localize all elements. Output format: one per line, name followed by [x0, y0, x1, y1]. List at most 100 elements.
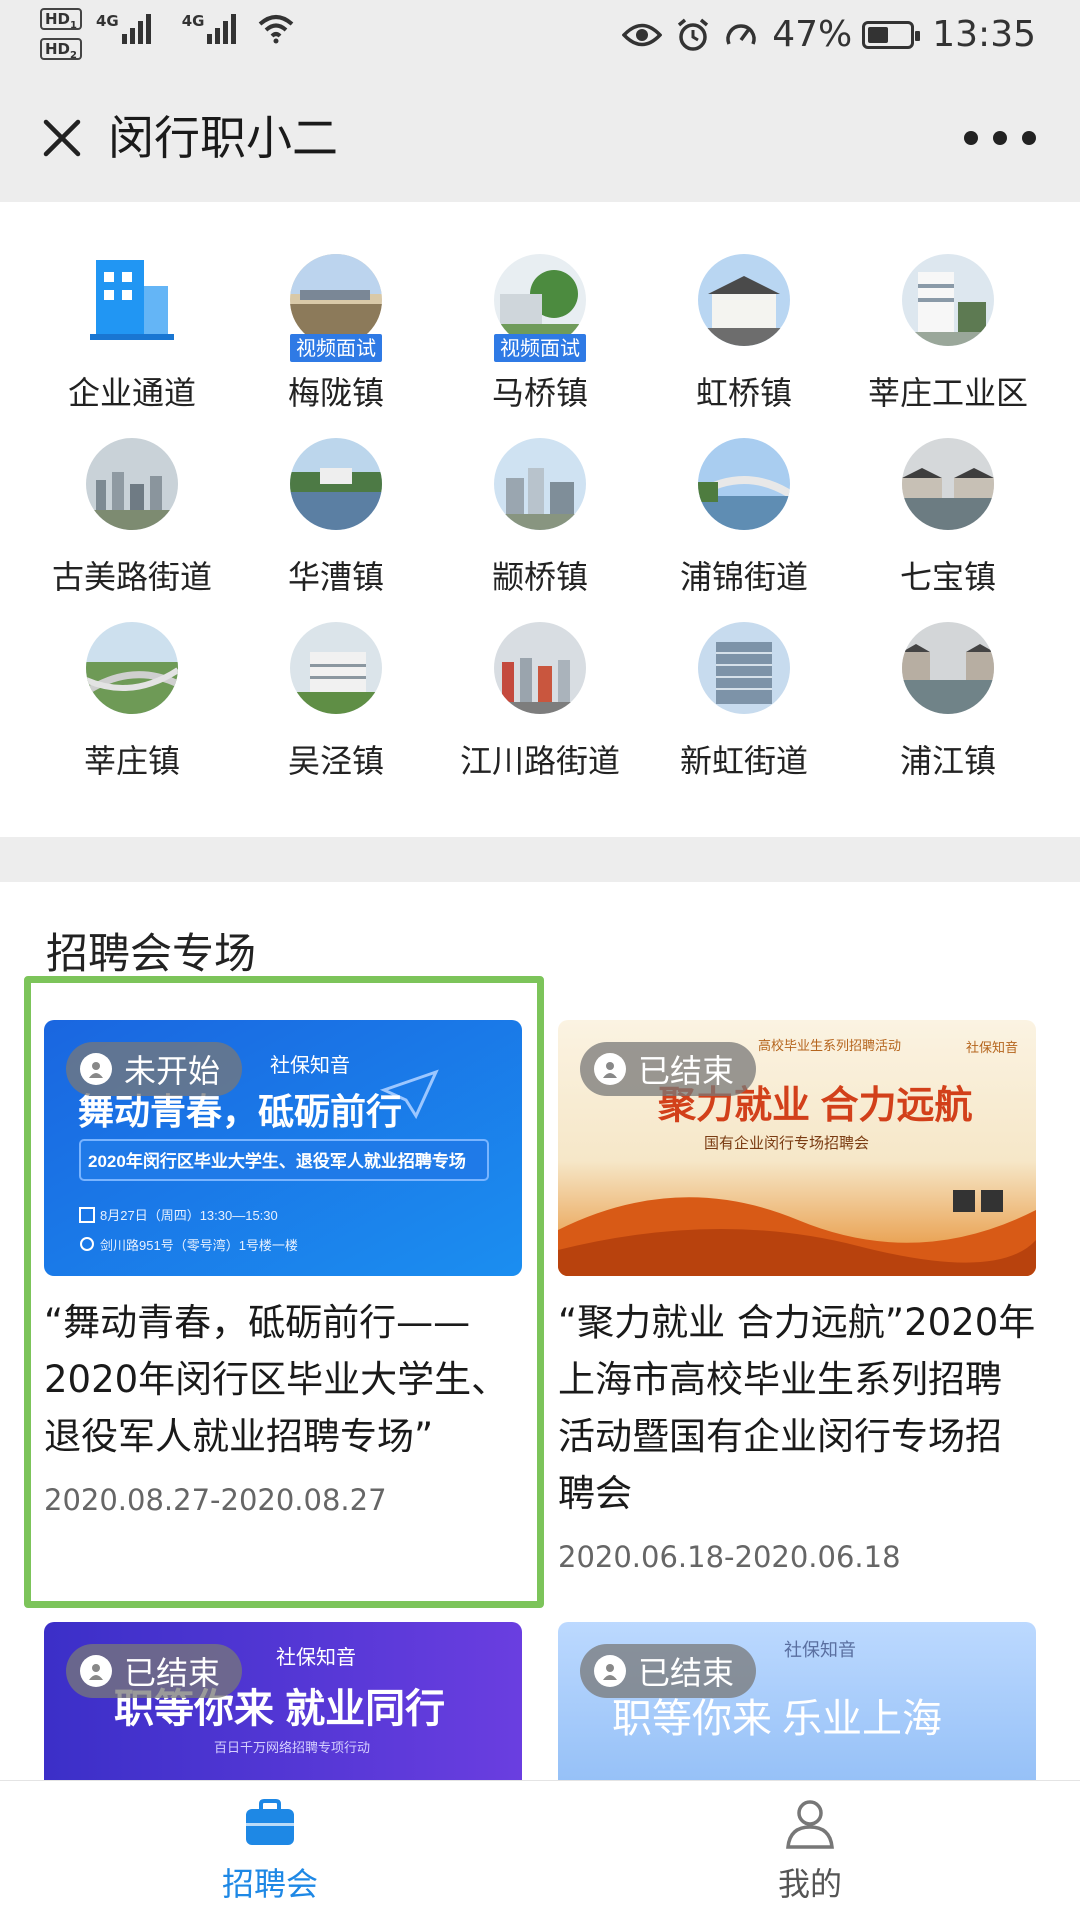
icon-wrap — [86, 254, 178, 346]
grid-item-label: 七宝镇 — [899, 558, 996, 596]
sim2-hd-badge: HD2 — [40, 38, 82, 61]
grid-item-label: 企业通道 — [67, 374, 196, 412]
town-photo — [698, 438, 790, 530]
status-badge: 已结束 — [580, 1042, 757, 1096]
banner-brand: 社保知音 — [276, 1646, 356, 1669]
status-badge: 已结束 — [580, 1644, 757, 1698]
grid-item-pujiang[interactable]: 浦江镇 — [846, 622, 1050, 806]
town-photo — [902, 622, 994, 714]
battery-percent: 47% — [772, 14, 853, 55]
grid-item-qibao[interactable]: 七宝镇 — [846, 438, 1050, 622]
speed-icon — [726, 23, 756, 45]
status-text: 已结束 — [638, 1052, 735, 1090]
person-icon — [786, 1800, 834, 1849]
banner-brand: 社保知音 — [270, 1054, 350, 1077]
grid-item-zhuanqiao[interactable]: 颛桥镇 — [438, 438, 642, 622]
status-text: 未开始 — [124, 1052, 221, 1090]
job-fair-date: 2020.06.18-2020.06.18 — [558, 1540, 901, 1574]
banner-brand: 社保知音 — [966, 1040, 1018, 1055]
grid-item-label: 马桥镇 — [491, 374, 588, 412]
video-interview-badge: 视频面试 — [494, 334, 586, 362]
wifi-icon — [259, 15, 294, 44]
status-left: HD1 HD2 4G 4G — [40, 8, 295, 68]
job-fair-banner: 高校毕业生系列招聘活动 社保知音 聚力就业 合力远航 国有企业闵行专场招聘会 已… — [558, 1020, 1036, 1276]
grid-item-wujing[interactable]: 吴泾镇 — [234, 622, 438, 806]
nav-label: 招聘会 — [221, 1865, 318, 1903]
job-fair-section: 招聘会专场 社保知音 舞动青春，砥砺前行 2020年闵行区毕业大学生、退役军人就… — [0, 882, 1080, 1878]
town-photo — [698, 622, 790, 714]
job-fair-title: “聚力就业 合力远航”2020年上海市高校毕业生系列招聘活动暨国有企业闵行专场招… — [558, 1301, 1036, 1515]
grid-item-label: 莘庄镇 — [83, 742, 180, 780]
bottom-nav: 招聘会 我的 — [0, 1780, 1080, 1920]
banner-headline: 舞动青春，砥砺前行 — [78, 1091, 402, 1132]
grid-item-label: 浦锦街道 — [679, 558, 808, 596]
battery-icon — [862, 20, 921, 49]
nav-mine[interactable]: 我的 — [710, 1795, 910, 1905]
banner-time: 8月27日（周四）13:30—15:30 — [100, 1208, 278, 1223]
town-photo — [86, 622, 178, 714]
region-grid: 企业通道 视频面试 梅陇镇 视频面试 马桥镇 虹桥镇 莘庄工业区 古美路街道 华… — [30, 254, 1050, 806]
building-icon — [90, 260, 174, 340]
person-icon — [80, 1053, 112, 1085]
grid-item-xinzhuang-industrial[interactable]: 莘庄工业区 — [846, 254, 1050, 438]
clock: 13:35 — [932, 14, 1036, 55]
grid-item-jiangchuan[interactable]: 江川路街道 — [438, 622, 642, 806]
page-title: 闵行职小二 — [108, 111, 338, 165]
grid-item-xinhong[interactable]: 新虹街道 — [642, 622, 846, 806]
close-icon — [43, 119, 81, 157]
job-fair-date: 2020.08.27-2020.08.27 — [44, 1483, 387, 1517]
grid-item-label: 华漕镇 — [287, 558, 384, 596]
sim-indicators: HD1 HD2 — [40, 8, 82, 68]
more-dot — [993, 131, 1007, 145]
video-interview-badge: 视频面试 — [290, 334, 382, 362]
banner-top: 高校毕业生系列招聘活动 — [758, 1038, 901, 1053]
status-text: 已结束 — [638, 1654, 735, 1692]
banner-subtitle: 百日千万网络招聘专项行动 — [214, 1740, 370, 1755]
close-button[interactable] — [30, 106, 94, 170]
grid-item-label: 颛桥镇 — [491, 558, 588, 596]
town-photo — [290, 438, 382, 530]
nav-job-fair[interactable]: 招聘会 — [170, 1795, 370, 1905]
more-button[interactable] — [964, 118, 1036, 158]
banner-place: 剑川路951号（零号湾）1号楼一楼 — [100, 1238, 298, 1253]
grid-item-xinzhuang[interactable]: 莘庄镇 — [30, 622, 234, 806]
region-grid-section: 企业通道 视频面试 梅陇镇 视频面试 马桥镇 虹桥镇 莘庄工业区 古美路街道 华… — [0, 202, 1080, 837]
town-photo — [290, 622, 382, 714]
banner-brand: 社保知音 — [784, 1640, 856, 1660]
status-badge: 已结束 — [66, 1644, 243, 1698]
grid-item-label: 吴泾镇 — [287, 742, 384, 780]
signal-sim2: 4G — [182, 12, 254, 44]
grid-item-label: 梅陇镇 — [287, 374, 384, 412]
signal-sim1: 4G — [96, 12, 168, 44]
signal-icon — [207, 12, 239, 44]
grid-item-label: 虹桥镇 — [695, 374, 792, 412]
grid-item-gumei[interactable]: 古美路街道 — [30, 438, 234, 622]
more-dot — [964, 131, 978, 145]
grid-item-hongqiao[interactable]: 虹桥镇 — [642, 254, 846, 438]
grid-item-maqiao[interactable]: 视频面试 马桥镇 — [438, 254, 642, 438]
status-right: 47% 13:35 — [622, 14, 1036, 55]
grid-item-meilong[interactable]: 视频面试 梅陇镇 — [234, 254, 438, 438]
banner-headline: 职等你来 乐业上海 — [612, 1696, 942, 1741]
person-icon — [594, 1655, 626, 1687]
town-photo — [698, 254, 790, 346]
status-bar: HD1 HD2 4G 4G 47% 13:35 — [0, 0, 1080, 78]
job-fair-card[interactable]: 社保知音 舞动青春，砥砺前行 2020年闵行区毕业大学生、退役军人就业招聘专场 … — [44, 1020, 522, 1517]
town-photo — [902, 438, 994, 530]
grid-item-pujin[interactable]: 浦锦街道 — [642, 438, 846, 622]
grid-item-enterprise[interactable]: 企业通道 — [30, 254, 234, 438]
grid-item-huacao[interactable]: 华漕镇 — [234, 438, 438, 622]
net2-label: 4G — [181, 12, 205, 30]
town-photo — [290, 254, 382, 346]
grid-item-label: 古美路街道 — [51, 558, 212, 596]
banner-subtitle: 国有企业闵行专场招聘会 — [704, 1134, 869, 1152]
grid-item-label: 新虹街道 — [679, 742, 808, 780]
person-icon — [80, 1655, 112, 1687]
job-fair-card[interactable]: 高校毕业生系列招聘活动 社保知音 聚力就业 合力远航 国有企业闵行专场招聘会 已… — [558, 1020, 1036, 1574]
net1-label: 4G — [95, 12, 119, 30]
signal-icon — [121, 12, 154, 44]
briefcase-icon — [246, 1799, 294, 1845]
grid-item-label: 浦江镇 — [899, 742, 996, 780]
job-fair-banner: 社保知音 舞动青春，砥砺前行 2020年闵行区毕业大学生、退役军人就业招聘专场 … — [44, 1020, 522, 1276]
grid-item-label: 莘庄工业区 — [867, 374, 1028, 412]
